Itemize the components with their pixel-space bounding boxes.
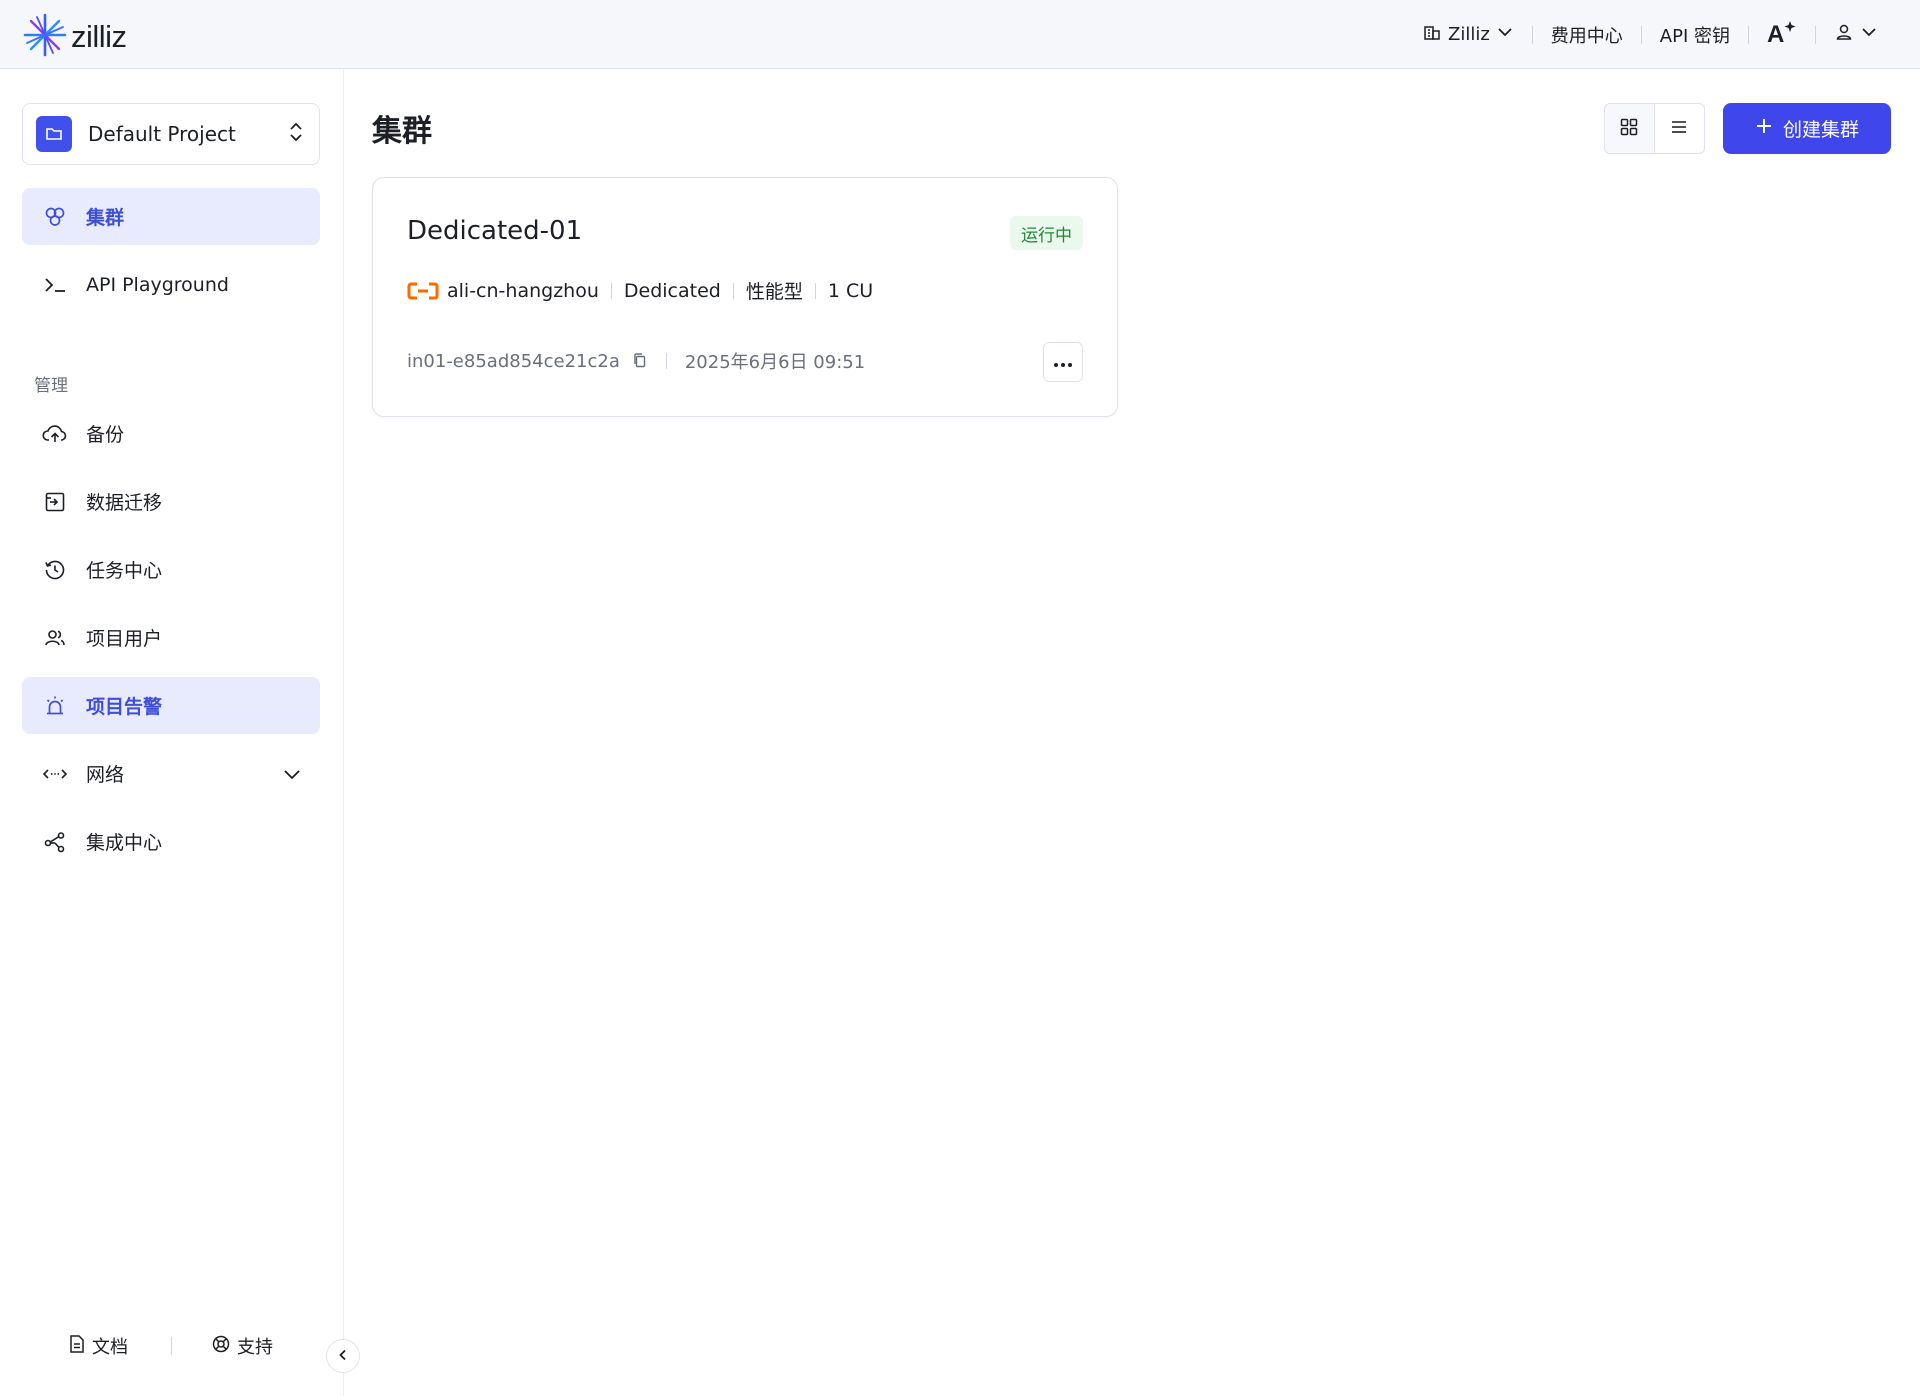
list-view-button[interactable] bbox=[1655, 104, 1705, 153]
api-key-label: API 密钥 bbox=[1659, 25, 1730, 47]
sidebar-item-project-users[interactable]: 项目用户 bbox=[22, 609, 320, 666]
ai-sparkle-icon: A bbox=[1767, 19, 1797, 50]
sidebar-item-network[interactable]: 网络 bbox=[22, 745, 320, 802]
more-actions-button[interactable] bbox=[1043, 342, 1083, 382]
support-icon bbox=[211, 1334, 231, 1359]
project-name: Default Project bbox=[88, 122, 236, 146]
view-toggle bbox=[1604, 103, 1705, 154]
divider bbox=[610, 282, 612, 299]
chevron-down-icon bbox=[1496, 23, 1514, 46]
sidebar-item-integration-center[interactable]: 集成中心 bbox=[22, 813, 320, 870]
user-icon bbox=[1834, 22, 1854, 47]
plus-icon bbox=[1755, 117, 1773, 140]
top-nav: Zilliz 费用中心 API 密钥 A bbox=[1404, 0, 1896, 69]
api-key-link[interactable]: API 密钥 bbox=[1642, 22, 1748, 48]
chevron-down-icon bbox=[1860, 23, 1878, 46]
cluster-region: ali-cn-hangzhou bbox=[447, 279, 599, 302]
terminal-icon bbox=[42, 272, 68, 298]
project-selector[interactable]: Default Project bbox=[22, 103, 320, 165]
status-badge: 运行中 bbox=[1010, 216, 1083, 250]
divider bbox=[814, 282, 816, 299]
divider bbox=[171, 1337, 172, 1355]
divider bbox=[732, 282, 734, 299]
sidebar-item-task-center[interactable]: 任务中心 bbox=[22, 541, 320, 598]
grid-view-button[interactable] bbox=[1605, 104, 1655, 153]
support-label: 支持 bbox=[237, 1337, 273, 1358]
migration-icon bbox=[42, 489, 68, 515]
cluster-instance-id: in01-e85ad854ce21c2a bbox=[407, 350, 620, 372]
create-cluster-label: 创建集群 bbox=[1782, 119, 1859, 141]
sidebar-item-label: 备份 bbox=[86, 424, 125, 446]
chevron-up-down-icon bbox=[287, 121, 305, 147]
alarm-icon bbox=[42, 693, 68, 719]
page-title: 集群 bbox=[372, 114, 432, 149]
sidebar-item-clusters[interactable]: 集群 bbox=[22, 188, 320, 245]
clusters-icon bbox=[42, 204, 68, 230]
cluster-created-at: 2025年6月6日 09:51 bbox=[684, 352, 866, 373]
cloud-upload-icon bbox=[42, 421, 68, 447]
sidebar-footer: 文档 支持 bbox=[0, 1326, 344, 1366]
create-cluster-button[interactable]: 创建集群 bbox=[1723, 103, 1891, 154]
sidebar-item-label: 项目用户 bbox=[86, 628, 163, 650]
sidebar-item-backup[interactable]: 备份 bbox=[22, 405, 320, 462]
copy-icon[interactable] bbox=[632, 352, 648, 370]
org-switcher[interactable]: Zilliz bbox=[1404, 22, 1532, 47]
cluster-footer: in01-e85ad854ce21c2a 2025年6月6日 09:51 bbox=[407, 348, 865, 374]
users-icon bbox=[42, 625, 68, 651]
docs-label: 文档 bbox=[92, 1337, 128, 1358]
section-label-manage: 管理 bbox=[34, 376, 68, 396]
sidebar: Default Project 集群 API Playground 管理 备份 … bbox=[0, 69, 344, 1396]
sidebar-item-label: 任务中心 bbox=[86, 560, 163, 582]
zilliz-logo-icon bbox=[22, 12, 68, 62]
sidebar-item-label: 网络 bbox=[86, 764, 125, 786]
history-icon bbox=[42, 557, 68, 583]
chevron-down-icon[interactable] bbox=[282, 764, 302, 789]
sidebar-item-migration[interactable]: 数据迁移 bbox=[22, 473, 320, 530]
logo-text: zilliz bbox=[71, 19, 127, 54]
collapse-sidebar-button[interactable] bbox=[326, 1339, 360, 1373]
org-name: Zilliz bbox=[1448, 24, 1490, 45]
chevron-left-icon bbox=[336, 1347, 350, 1366]
docs-link[interactable]: 文档 bbox=[68, 1333, 128, 1359]
sidebar-item-label: 数据迁移 bbox=[86, 492, 163, 514]
grid-icon bbox=[1619, 117, 1639, 141]
cluster-cu-type: 性能型 bbox=[745, 281, 803, 303]
integration-icon bbox=[42, 829, 68, 855]
cluster-name[interactable]: Dedicated-01 bbox=[407, 216, 582, 246]
sidebar-item-label: API Playground bbox=[86, 273, 229, 296]
folder-icon bbox=[36, 116, 72, 152]
aliyun-icon bbox=[407, 281, 439, 301]
ai-assistant-button[interactable]: A bbox=[1749, 19, 1815, 50]
billing-label: 费用中心 bbox=[1550, 25, 1623, 47]
more-horizontal-icon bbox=[1053, 353, 1073, 372]
support-link[interactable]: 支持 bbox=[211, 1333, 273, 1359]
sidebar-item-label: 集成中心 bbox=[86, 832, 163, 854]
sidebar-item-label: 项目告警 bbox=[86, 696, 163, 718]
billing-link[interactable]: 费用中心 bbox=[1533, 22, 1641, 48]
sidebar-item-project-alerts[interactable]: 项目告警 bbox=[22, 677, 320, 734]
network-icon bbox=[42, 761, 68, 787]
divider bbox=[665, 353, 667, 369]
list-icon bbox=[1669, 117, 1689, 141]
svg-text:A: A bbox=[1767, 21, 1784, 45]
cluster-meta: ali-cn-hangzhou Dedicated 性能型 1 CU bbox=[407, 277, 873, 304]
logo[interactable]: zilliz bbox=[22, 12, 127, 62]
sidebar-item-api-playground[interactable]: API Playground bbox=[22, 256, 320, 313]
sidebar-item-label: 集群 bbox=[86, 207, 125, 229]
building-icon bbox=[1422, 22, 1442, 47]
cluster-plan: Dedicated bbox=[623, 279, 721, 302]
document-icon bbox=[68, 1334, 86, 1359]
top-header: zilliz Zilliz 费用中心 API 密钥 A bbox=[0, 0, 1920, 69]
cluster-cu-size: 1 CU bbox=[827, 279, 874, 302]
user-menu[interactable] bbox=[1816, 22, 1896, 47]
cluster-card[interactable]: Dedicated-01 运行中 ali-cn-hangzhou Dedicat… bbox=[372, 177, 1118, 417]
